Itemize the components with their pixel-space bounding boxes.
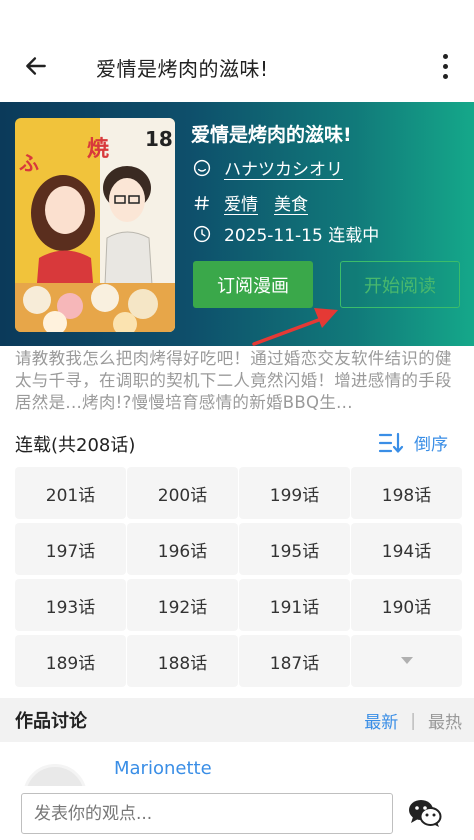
chapter-list-heading: 连载(共208话) [15,435,136,456]
more-vert-icon [442,53,448,59]
more-vert-dot [442,73,448,79]
cover-title-text-2: ふ [19,151,39,175]
comment-bar [0,786,474,840]
more-options-button[interactable] [430,50,460,82]
expand-chapters-button[interactable] [351,635,462,687]
comic-header-banner: 焼 ふ 18 爱情是烤肉的滋味! ハナツカシオリ 爱情 美食 2025-11-1… [0,102,474,346]
chapter-item[interactable]: 190话 [351,579,462,631]
comment-input[interactable] [21,793,393,834]
tab-hot[interactable]: 最热 [428,708,462,733]
chapter-item[interactable]: 192话 [127,579,238,631]
discussion-header: 作品讨论 最新 | 最热 [0,698,474,742]
tag-link-food[interactable]: 美食 [274,190,308,215]
chapter-item[interactable]: 196话 [127,523,238,575]
tag-link-romance[interactable]: 爱情 [224,190,258,215]
author-link[interactable]: ハナツカシオリ [224,155,343,180]
chapter-item[interactable]: 197话 [15,523,126,575]
chapter-item[interactable]: 201话 [15,467,126,519]
chapter-item[interactable]: 199话 [239,467,350,519]
discussion-title: 作品讨论 [15,711,87,732]
comment-username[interactable]: Marionette [114,758,212,779]
back-arrow-icon [26,57,46,75]
cover-illustration: 焼 ふ 18 [15,118,175,332]
tags-row: 爱情 美食 [192,190,324,215]
chapter-item[interactable]: 195话 [239,523,350,575]
chapter-item[interactable]: 191话 [239,579,350,631]
chevron-down-icon [400,657,413,664]
cover-volume-text: 18 [145,127,173,151]
chapter-item[interactable]: 194话 [351,523,462,575]
clock-icon [192,224,212,244]
chapter-item[interactable]: 198话 [351,467,462,519]
page-title: 爱情是烤肉的滋味! [96,57,269,81]
chapter-grid: 201话 200话 199话 198话 197话 196话 195话 194话 … [15,467,463,687]
cover-title-text: 焼 [87,136,109,162]
annotation-arrow-icon [252,308,338,346]
sort-order-label: 倒序 [414,435,448,455]
tab-separator: | [410,710,416,731]
smile-icon [192,158,212,178]
wechat-icon[interactable] [408,798,442,828]
discussion-tabs: 最新 | 最热 [364,708,462,734]
top-app-bar: 爱情是烤肉的滋味! [0,0,474,102]
chapter-item[interactable]: 193话 [15,579,126,631]
status-row: 2025-11-15 连载中 [192,221,379,246]
chapter-item[interactable]: 200话 [127,467,238,519]
author-row: ハナツカシオリ [192,155,359,180]
tab-latest[interactable]: 最新 [364,708,398,733]
update-status: 2025-11-15 连载中 [224,226,380,246]
chapter-item[interactable]: 188话 [127,635,238,687]
more-vert-dot [442,63,448,69]
comic-title: 爱情是烤肉的滋味! [191,124,352,146]
sort-order-button[interactable]: 倒序 [378,430,448,455]
start-reading-button[interactable]: 开始阅读 [340,261,460,308]
comic-description[interactable]: 请教教我怎么把肉烤得好吃吧！通过婚恋交友软件结识的健太与千寻，在调职的契机下二人… [15,348,467,414]
hash-icon [192,193,212,213]
chapter-item[interactable]: 187话 [239,635,350,687]
sort-desc-icon [378,432,404,453]
comic-cover-image[interactable]: 焼 ふ 18 [15,118,175,332]
chapter-item[interactable]: 189话 [15,635,126,687]
back-button[interactable] [14,50,58,82]
